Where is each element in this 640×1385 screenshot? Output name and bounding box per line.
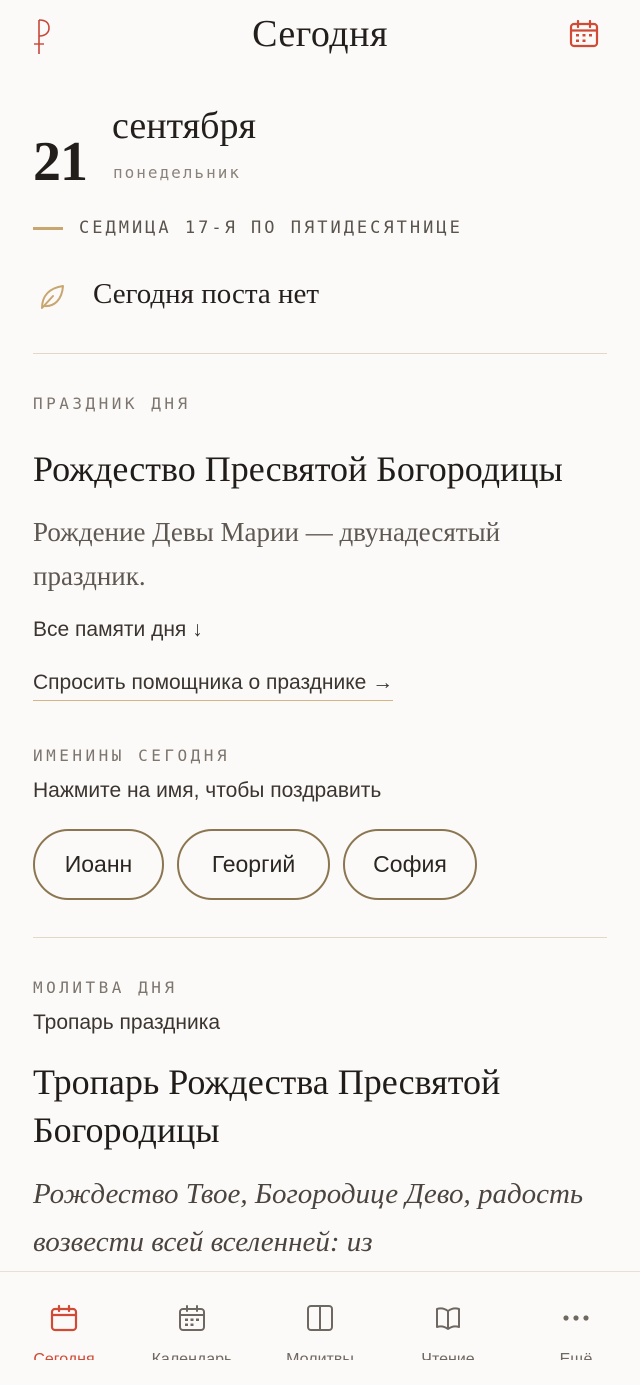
- feast-section-label: ПРАЗДНИК ДНЯ: [33, 394, 191, 413]
- nameday-chip-georgy[interactable]: Георгий: [177, 829, 330, 900]
- date-day: 21: [33, 131, 88, 193]
- book-split-icon: [307, 1305, 333, 1331]
- page-title: Сегодня: [252, 13, 388, 55]
- open-book-icon: [436, 1307, 460, 1330]
- all-memories-link[interactable]: Все памяти дня ↓: [33, 618, 203, 642]
- nav-label: Ещё: [559, 1351, 593, 1360]
- section-divider: [33, 353, 607, 354]
- nav-item-prayers[interactable]: Молитвы: [256, 1272, 384, 1385]
- prayer-title: Тропарь Рождества Пресвятой Богородицы: [33, 1062, 501, 1150]
- nav-label: Сегодня: [33, 1351, 95, 1360]
- prayer-text: Рождество Твое, Богородице Дево, радость…: [33, 1178, 584, 1258]
- section-divider: [33, 937, 607, 938]
- app-header: Сегодня: [0, 0, 640, 72]
- fast-status: Сегодня поста нет: [93, 278, 320, 310]
- namedays-hint: Нажмите на имя, чтобы поздравить: [33, 779, 382, 802]
- calendar-icon[interactable]: [568, 18, 600, 50]
- calendar-grid-icon: [179, 1305, 205, 1331]
- nav-item-more[interactable]: Ещё: [512, 1272, 640, 1385]
- prayer-subtitle: Тропарь праздника: [33, 1011, 221, 1034]
- date-weekday: понедельник: [113, 163, 241, 182]
- nav-label: Чтение: [421, 1351, 475, 1360]
- nameday-chip-ioann[interactable]: Иоанн: [33, 829, 164, 900]
- nav-item-today[interactable]: Сегодня: [0, 1272, 128, 1385]
- prayer-section-label: МОЛИТВА ДНЯ: [33, 978, 178, 997]
- week-divider-accent: [33, 227, 63, 230]
- bottom-nav: Сегодня Календарь Молитвы Чтение Ещё: [0, 1271, 640, 1385]
- date-month: сентября: [112, 105, 256, 147]
- namedays-section-label: ИМЕНИНЫ СЕГОДНЯ: [33, 746, 230, 765]
- leaf-icon: [41, 285, 64, 309]
- nav-item-reading[interactable]: Чтение: [384, 1272, 512, 1385]
- nameday-chip-sofia[interactable]: София: [343, 829, 477, 900]
- nav-item-calendar[interactable]: Календарь: [128, 1272, 256, 1385]
- ask-assistant-link[interactable]: Спросить помощника о празднике →: [33, 671, 394, 701]
- more-dots-icon: [563, 1315, 589, 1321]
- feast-description: Рождение Девы Марии — двунадесятый празд…: [33, 517, 501, 591]
- nav-label: Молитвы: [286, 1351, 354, 1360]
- nav-label: Календарь: [151, 1351, 233, 1360]
- calendar-icon: [50, 1304, 78, 1332]
- feast-title: Рождество Пресвятой Богородицы: [33, 449, 563, 489]
- week-label: СЕДМИЦА 17-Я ПО ПЯТИДЕСЯТНИЦЕ: [79, 218, 463, 238]
